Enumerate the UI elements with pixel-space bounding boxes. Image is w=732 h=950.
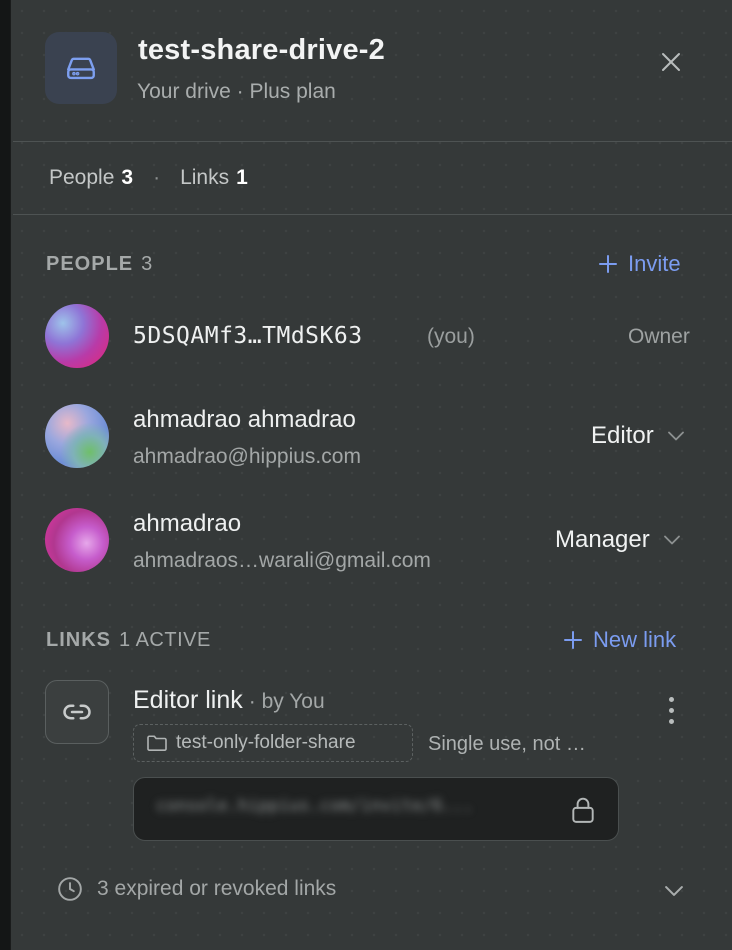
plus-icon — [564, 631, 582, 649]
people-section-count: 3 — [141, 253, 153, 275]
chevron-down-icon — [665, 886, 683, 896]
member-email: ahmadraos…warali@gmail.com — [133, 549, 431, 572]
folder-chip: test-only-folder-share — [133, 724, 413, 762]
avatar — [45, 304, 109, 368]
link-more-button[interactable] — [659, 690, 683, 730]
drive-icon-box — [45, 32, 117, 104]
summary-separator: · — [153, 166, 161, 189]
link-title: Editor link — [133, 686, 243, 714]
summary-divider — [13, 214, 732, 215]
invite-button[interactable]: Invite — [598, 251, 681, 277]
summary-links-count: 1 — [236, 166, 248, 189]
link-heading: Editor link · by You — [133, 686, 325, 715]
hard-drive-icon — [67, 57, 95, 80]
owner-role-label: Owner — [628, 325, 690, 348]
links-section-title: LINKS 1 ACTIVE — [46, 629, 211, 652]
chevron-down-icon — [667, 431, 684, 441]
new-link-label: New link — [593, 627, 677, 652]
expand-expired-button[interactable] — [665, 884, 683, 902]
chevron-down-icon — [663, 535, 680, 545]
link-icon — [63, 704, 91, 720]
close-button[interactable] — [647, 40, 695, 84]
link-description: Single use, not … — [428, 733, 586, 755]
member-name: ahmadrao — [133, 510, 242, 537]
role-select-manager[interactable]: Manager — [555, 526, 680, 554]
links-section-label: LINKS — [46, 629, 111, 651]
member-name: ahmadrao ahmadrao — [133, 406, 356, 433]
people-section-label: PEOPLE — [46, 253, 134, 275]
role-select-label: Manager — [555, 526, 650, 553]
links-section-count: 1 ACTIVE — [119, 629, 211, 651]
lock-icon — [572, 797, 594, 823]
folder-name: test-only-folder-share — [176, 732, 356, 753]
expired-links-toggle[interactable]: 3 expired or revoked links — [57, 876, 336, 902]
summary-links-label: Links — [180, 166, 230, 189]
summary-row: People 3 · Links 1 — [49, 166, 248, 190]
more-dot — [668, 707, 674, 713]
avatar — [45, 404, 109, 468]
more-dot — [668, 696, 674, 702]
link-icon-box — [45, 680, 109, 744]
member-name: 5DSQAMf3…TMdSK63 — [133, 323, 363, 349]
share-drive-panel: test-share-drive-2 Your drive · Plus pla… — [10, 0, 732, 950]
role-select-editor[interactable]: Editor — [591, 422, 684, 450]
clock-icon — [58, 877, 82, 901]
people-section-title: PEOPLE 3 — [46, 253, 153, 276]
new-link-button[interactable]: New link — [563, 627, 676, 653]
drive-subtitle: Your drive · Plus plan — [137, 80, 336, 103]
invite-label: Invite — [628, 251, 681, 276]
drive-title: test-share-drive-2 — [138, 34, 385, 66]
header-divider — [13, 141, 732, 142]
more-dot — [668, 718, 674, 724]
member-email: ahmadrao@hippius.com — [133, 445, 361, 468]
expired-links-label: 3 expired or revoked links — [97, 877, 337, 900]
summary-people-count: 3 — [121, 166, 134, 189]
link-author: · by You — [248, 690, 325, 713]
close-icon — [662, 53, 680, 71]
link-url-field[interactable]: console.hippius.com/invite/6... — [133, 777, 619, 841]
you-tag: (you) — [427, 325, 475, 348]
link-url-text: console.hippius.com/invite/6... — [156, 796, 474, 816]
avatar — [45, 508, 109, 572]
summary-people-label: People — [49, 166, 115, 189]
role-select-label: Editor — [591, 422, 654, 449]
plus-icon — [599, 255, 617, 273]
folder-icon — [147, 735, 167, 752]
